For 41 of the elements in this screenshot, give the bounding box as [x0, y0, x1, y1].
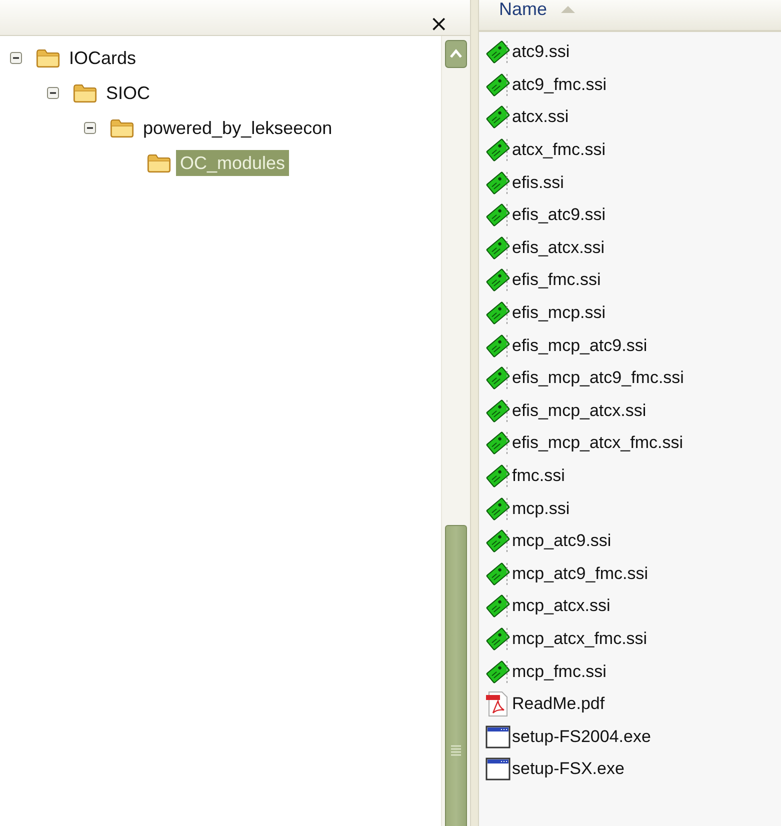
- file-name[interactable]: setup-FSX.exe: [512, 759, 624, 780]
- file-name[interactable]: efis_atcx.ssi: [512, 238, 605, 258]
- collapse-icon[interactable]: [47, 86, 59, 98]
- file-name[interactable]: efis_mcp_atcx.ssi: [512, 400, 646, 421]
- file-name[interactable]: atc9_fmc.ssi: [512, 74, 606, 95]
- file-name[interactable]: mcp_atc9_fmc.ssi: [512, 564, 648, 584]
- file-name[interactable]: efis_mcp_atcx_fmc.ssi: [512, 433, 683, 454]
- column-header[interactable]: Name: [479, 0, 781, 30]
- file-name[interactable]: efis_atc9.ssi: [512, 205, 606, 226]
- file-name[interactable]: fmc.ssi: [512, 466, 565, 486]
- file-name[interactable]: efis_mcp_atc9_fmc.ssi: [512, 368, 684, 388]
- scroll-thumb[interactable]: [445, 525, 467, 826]
- file-name[interactable]: mcp.ssi: [512, 498, 570, 519]
- collapse-icon[interactable]: [10, 52, 22, 64]
- scrollbar[interactable]: [441, 36, 470, 826]
- scroll-up-icon[interactable]: [445, 40, 467, 68]
- file-name[interactable]: mcp_fmc.ssi: [512, 662, 606, 682]
- file-name[interactable]: efis_mcp_atc9.ssi: [512, 336, 648, 356]
- file-name[interactable]: ReadMe.pdf: [512, 694, 605, 714]
- close-button[interactable]: ×: [428, 15, 450, 35]
- folder-icon: [147, 152, 171, 172]
- file-name[interactable]: mcp_atcx_fmc.ssi: [512, 628, 648, 649]
- folder-icon: [36, 48, 60, 68]
- collapse-icon[interactable]: [84, 122, 96, 134]
- file-name[interactable]: atc9.ssi: [512, 42, 570, 62]
- folder-icon: [110, 118, 134, 138]
- tree-item[interactable]: powered_by_lekseecon: [139, 114, 336, 140]
- file-name[interactable]: efis.ssi: [512, 172, 564, 193]
- file-name[interactable]: atcx_fmc.ssi: [512, 140, 606, 160]
- tree-item[interactable]: SIOC: [102, 80, 154, 106]
- file-name[interactable]: mcp_atcx.ssi: [512, 596, 610, 616]
- program-window-icon: [485, 756, 511, 782]
- file-name[interactable]: mcp_atc9.ssi: [512, 531, 612, 552]
- folder-icon: [73, 82, 97, 102]
- file-name[interactable]: setup-FS2004.exe: [512, 726, 651, 747]
- grip-icon: [451, 745, 461, 756]
- file-name[interactable]: atcx.ssi: [512, 107, 569, 128]
- file-name[interactable]: efis_mcp.ssi: [512, 303, 606, 324]
- program-window-icon: [485, 724, 511, 750]
- file-name[interactable]: efis_fmc.ssi: [512, 270, 601, 290]
- tree-item[interactable]: IOCards: [65, 44, 140, 70]
